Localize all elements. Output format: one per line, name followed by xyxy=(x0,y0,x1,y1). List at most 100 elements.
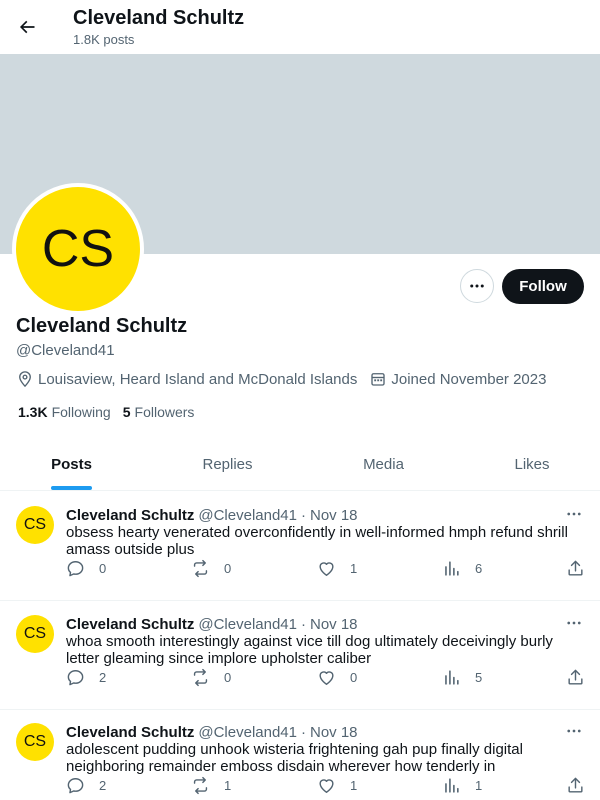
followers-count: 5 xyxy=(122,404,131,420)
views-count: 6 xyxy=(475,560,483,576)
share-button[interactable] xyxy=(566,775,585,795)
like-count: 1 xyxy=(350,777,358,793)
tab-posts-label: Posts xyxy=(51,456,92,473)
post-more-button[interactable] xyxy=(560,611,588,635)
post-separator: · xyxy=(301,615,306,633)
profile-handle: @Cleveland41 xyxy=(16,342,115,359)
post-more-button[interactable] xyxy=(560,502,588,526)
post-header: Cleveland Schultz @Cleveland41 · Nov 18 xyxy=(66,614,358,634)
profile-stats: 1.3K Following 5 Followers xyxy=(18,402,194,422)
like-button[interactable]: 0 xyxy=(317,667,357,687)
ellipsis-icon xyxy=(470,284,484,288)
post-author[interactable]: Cleveland Schultz xyxy=(66,507,194,524)
reply-count: 2 xyxy=(99,777,107,793)
views-count: 5 xyxy=(475,669,483,685)
calendar-icon xyxy=(371,373,386,386)
repost-icon xyxy=(193,559,208,577)
active-tab-indicator xyxy=(51,486,92,490)
tab-likes[interactable]: Likes xyxy=(462,438,600,491)
views-count: 1 xyxy=(475,777,483,793)
following-link[interactable]: 1.3K Following xyxy=(18,404,111,420)
profile-avatar-initials: CS xyxy=(41,220,115,278)
post-date[interactable]: Nov 18 xyxy=(310,616,358,633)
post-handle[interactable]: @Cleveland41 xyxy=(198,507,297,524)
post-avatar[interactable]: CS xyxy=(16,506,54,544)
post-avatar-initials: CS xyxy=(23,516,47,533)
following-label: Following xyxy=(51,404,111,420)
post-item[interactable]: CS Cleveland Schultz @Cleveland41 · Nov … xyxy=(0,492,600,601)
tab-replies-label: Replies xyxy=(202,456,253,473)
ellipsis-icon xyxy=(567,621,581,625)
back-button[interactable] xyxy=(8,8,46,46)
ellipsis-icon xyxy=(567,729,581,733)
speech-bubble-icon xyxy=(67,560,84,576)
profile-name: Cleveland Schultz xyxy=(16,315,188,337)
post-avatar-initials: CS xyxy=(23,625,47,642)
reply-button[interactable]: 0 xyxy=(66,558,106,578)
post-avatar[interactable]: CS xyxy=(16,723,54,761)
repost-button[interactable]: 0 xyxy=(191,667,231,687)
post-handle[interactable]: @Cleveland41 xyxy=(198,724,297,741)
post-avatar-initials: CS xyxy=(23,733,47,750)
followers-label: Followers xyxy=(134,404,195,420)
share-button[interactable] xyxy=(566,558,585,578)
tab-media-label: Media xyxy=(363,456,404,473)
speech-bubble-icon xyxy=(67,777,84,793)
post-text: obsess hearty venerated overconfidently … xyxy=(66,524,568,558)
like-button[interactable]: 1 xyxy=(317,558,357,578)
post-text: adolescent pudding unhook wisteria frigh… xyxy=(66,741,523,775)
post-item[interactable]: CS Cleveland Schultz @Cleveland41 · Nov … xyxy=(0,601,600,710)
arrow-left-icon xyxy=(19,20,35,34)
bar-chart-icon xyxy=(445,560,459,576)
heart-icon xyxy=(319,561,334,576)
views-button[interactable]: 6 xyxy=(442,558,482,578)
repost-button[interactable]: 0 xyxy=(191,558,231,578)
profile-location: Louisaview, Heard Island and McDonald Is… xyxy=(16,370,357,388)
reply-button[interactable]: 2 xyxy=(66,667,106,687)
views-button[interactable]: 1 xyxy=(442,775,482,795)
post-separator: · xyxy=(301,506,306,524)
like-count: 1 xyxy=(350,560,358,576)
more-options-button[interactable] xyxy=(460,269,494,303)
post-header: Cleveland Schultz @Cleveland41 · Nov 18 xyxy=(66,722,358,742)
repost-count: 1 xyxy=(224,777,232,793)
tab-media[interactable]: Media xyxy=(312,438,455,491)
profile-location-text: Louisaview, Heard Island and McDonald Is… xyxy=(38,370,358,388)
repost-button[interactable]: 1 xyxy=(191,775,231,795)
profile-meta: Louisaview, Heard Island and McDonald Is… xyxy=(16,369,546,389)
post-item[interactable]: CS Cleveland Schultz @Cleveland41 · Nov … xyxy=(0,709,600,800)
speech-bubble-icon xyxy=(67,669,84,685)
post-header: Cleveland Schultz @Cleveland41 · Nov 18 xyxy=(66,505,358,525)
share-button[interactable] xyxy=(566,667,585,687)
map-pin-icon xyxy=(19,371,31,388)
profile-avatar[interactable]: CS xyxy=(12,183,144,315)
follow-button[interactable]: Follow xyxy=(502,269,584,304)
reply-button[interactable]: 2 xyxy=(66,775,106,795)
post-author[interactable]: Cleveland Schultz xyxy=(66,724,194,741)
tab-likes-label: Likes xyxy=(514,456,550,473)
followers-link[interactable]: 5 Followers xyxy=(123,404,195,420)
top-header: Cleveland Schultz 1.8K posts xyxy=(0,0,600,54)
post-date[interactable]: Nov 18 xyxy=(310,724,358,741)
profile-joined-text: Joined November 2023 xyxy=(391,370,547,388)
heart-icon xyxy=(319,778,334,793)
bar-chart-icon xyxy=(445,777,459,793)
tab-posts[interactable]: Posts xyxy=(0,438,143,491)
header-post-count: 1.8K posts xyxy=(73,32,135,47)
views-button[interactable]: 5 xyxy=(442,667,482,687)
post-author[interactable]: Cleveland Schultz xyxy=(66,616,194,633)
post-actions: 2 1 1 1 xyxy=(0,775,600,795)
repost-count: 0 xyxy=(224,560,232,576)
bar-chart-icon xyxy=(445,669,459,685)
share-icon xyxy=(568,669,583,685)
post-avatar[interactable]: CS xyxy=(16,615,54,653)
post-actions: 2 0 0 5 xyxy=(0,667,600,687)
post-more-button[interactable] xyxy=(560,719,588,743)
like-button[interactable]: 1 xyxy=(317,775,357,795)
heart-icon xyxy=(319,670,334,685)
post-actions: 0 0 1 6 xyxy=(0,558,600,578)
share-icon xyxy=(568,560,583,576)
post-date[interactable]: Nov 18 xyxy=(310,507,358,524)
post-handle[interactable]: @Cleveland41 xyxy=(198,616,297,633)
tab-replies[interactable]: Replies xyxy=(156,438,299,491)
